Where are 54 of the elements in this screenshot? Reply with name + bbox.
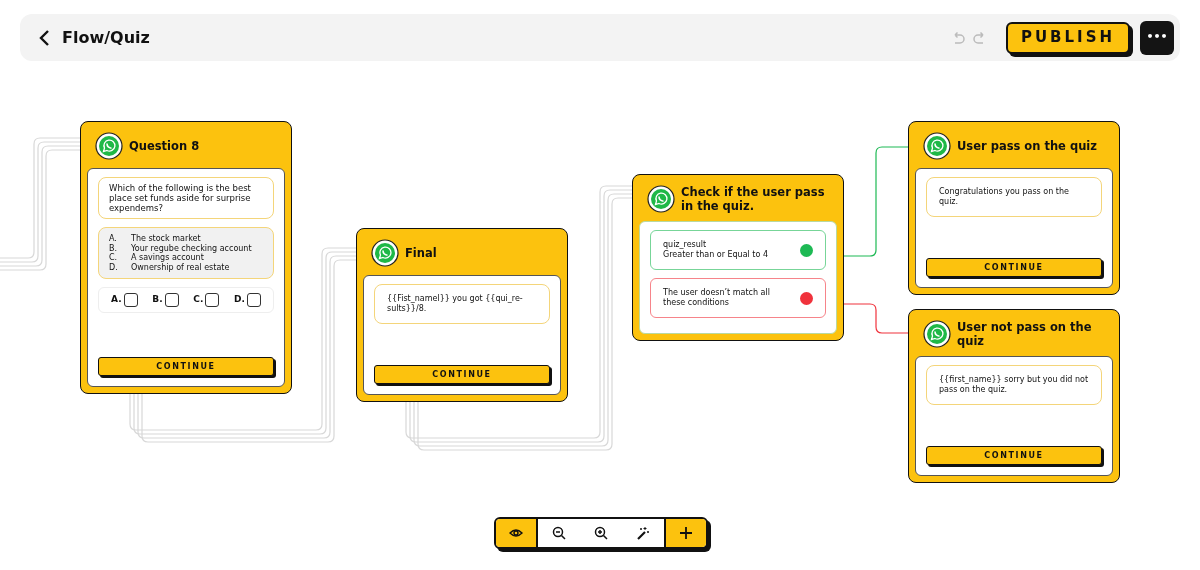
- option-text: Ownership of real estate: [131, 262, 231, 272]
- continue-button[interactable]: CONTINUE: [374, 365, 550, 384]
- chat-app-icon: [647, 185, 675, 213]
- checkbox[interactable]: [246, 293, 261, 307]
- chat-app-icon: [95, 132, 123, 160]
- zoom-in-icon: [594, 526, 608, 540]
- message-text: {{Fist_namel}} you got {{qui_re-sults}}/8.: [374, 284, 550, 324]
- checkbox[interactable]: [205, 293, 220, 307]
- option-letter: C.: [109, 253, 119, 263]
- question-text: Which of the following is the best place set funds aside for surprise expendems?: [98, 177, 274, 219]
- chat-app-icon: [923, 320, 951, 348]
- zoom-out-icon: [552, 526, 566, 540]
- preview-icon: [509, 526, 523, 540]
- checkbox[interactable]: [123, 293, 138, 307]
- flow-node-card[interactable]: [80, 121, 292, 394]
- option-letter: A.: [109, 234, 118, 244]
- message-text: Congratulations you pass on the quiz.: [926, 177, 1102, 217]
- continue-button[interactable]: CONTINUE: [98, 357, 274, 376]
- add-button[interactable]: [664, 519, 706, 547]
- publish-button[interactable]: PUBLISH: [1006, 21, 1130, 54]
- checkbox[interactable]: [164, 293, 179, 307]
- option-letter: D.: [109, 262, 119, 272]
- flow-node-card[interactable]: Check if the user pass in the quiz. quiz_result Greater than or Equal to 4 The user doesn’t match all these conditions: [632, 174, 844, 341]
- flow-node-card[interactable]: User not pass on the quiz {{first_name}} sorry but you did not pass on the quiz. CONTINUE: [908, 309, 1120, 483]
- option-text: The stock market: [131, 234, 202, 244]
- condition-text: quiz_result: [663, 240, 708, 250]
- answer-label: B.: [152, 293, 163, 307]
- node-title: Final: [405, 246, 437, 260]
- add-icon: [679, 526, 693, 540]
- answer-label: A.: [111, 293, 122, 307]
- node-title: User not pass on the quiz: [957, 320, 1093, 348]
- option-text: Your regube checking account: [131, 243, 253, 253]
- back-icon[interactable]: [38, 29, 52, 46]
- preview-button[interactable]: [496, 519, 538, 547]
- flow-node-card[interactable]: User pass on the quiz Congratulations you pass on the quiz. CONTINUE: [908, 121, 1120, 295]
- condition-text: Greater than or Equal to 4: [663, 250, 768, 260]
- option-letter: B.: [109, 243, 119, 253]
- option-text: A savings account: [131, 253, 204, 263]
- node-title: Question 8: [129, 139, 200, 153]
- continue-button[interactable]: CONTINUE: [926, 446, 1102, 465]
- continue-button[interactable]: CONTINUE: [926, 258, 1102, 277]
- node-title: User pass on the quiz: [957, 139, 1097, 153]
- flow-node-card[interactable]: Final {{Fist_namel}} you got {{qui_re-sults}}/8. CONTINUE: [356, 228, 568, 402]
- answer-label: D.: [234, 293, 245, 307]
- condition-text: The user doesn’t match all these conditions: [663, 288, 771, 308]
- chat-app-icon: [371, 239, 399, 267]
- page-title: Flow/Quiz: [62, 26, 150, 49]
- answer-label: C.: [193, 293, 204, 307]
- message-text: {{first_name}} sorry but you did not pass on the quiz.: [926, 365, 1102, 405]
- connector-line: [843, 303, 909, 334]
- more-button[interactable]: •••: [1140, 20, 1174, 55]
- magic-wand-icon: [636, 526, 650, 540]
- chat-app-icon: [923, 132, 951, 160]
- node-title: Check if the user pass in the quiz.: [681, 185, 826, 213]
